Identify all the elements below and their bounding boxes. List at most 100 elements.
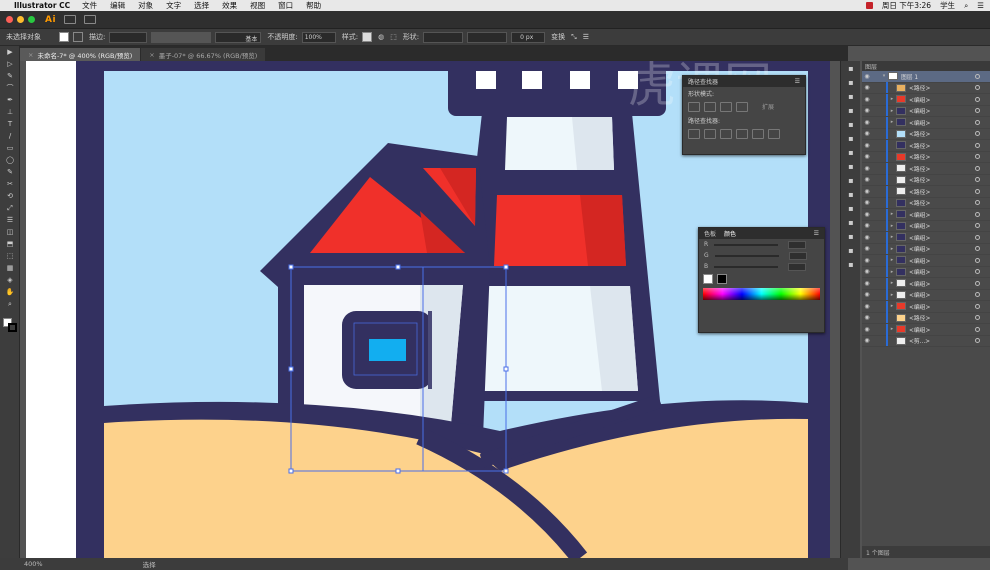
eye-icon[interactable]: ◉ (862, 280, 872, 287)
chevron-right-icon[interactable]: ▸ (888, 108, 896, 114)
trim-button[interactable] (704, 129, 716, 139)
eye-icon[interactable]: ◉ (862, 73, 872, 80)
tool-button[interactable]: ⌕ (0, 298, 20, 310)
tool-button[interactable]: ✒ (0, 94, 20, 106)
layer-row[interactable]: ◉ <剪...> (862, 335, 990, 347)
corner-input[interactable]: 0 px (511, 31, 546, 43)
tool-button[interactable]: ◈ (0, 274, 20, 286)
eye-icon[interactable]: ◉ (862, 96, 872, 103)
stroke-weight[interactable] (109, 31, 148, 43)
chevron-right-icon[interactable]: ▸ (888, 234, 896, 240)
black-swatch[interactable] (717, 274, 727, 284)
eye-icon[interactable]: ◉ (862, 165, 872, 172)
layer-row[interactable]: ◉ ▸ <编组> (862, 266, 990, 278)
stroke-swatch[interactable] (73, 32, 83, 42)
panel-icon[interactable]: ▪ (841, 215, 861, 229)
minus-back-button[interactable] (768, 129, 780, 139)
tool-button[interactable]: ⟲ (0, 190, 20, 202)
clock[interactable]: 周日 下午3:26 (882, 0, 931, 11)
layer-row[interactable]: ◉ <路径> (862, 128, 990, 140)
panel-icon[interactable]: ▪ (841, 243, 861, 257)
bridge-icon[interactable] (64, 15, 77, 24)
eye-icon[interactable]: ◉ (862, 314, 872, 321)
target-icon[interactable] (975, 108, 980, 114)
panel-icon[interactable]: ▪ (841, 173, 861, 187)
unite-button[interactable] (688, 102, 700, 112)
target-icon[interactable] (975, 131, 980, 137)
expand-button[interactable]: 扩展 (762, 102, 774, 112)
eye-icon[interactable]: ◉ (862, 84, 872, 91)
target-icon[interactable] (975, 315, 980, 321)
opacity-input[interactable]: 100% (301, 31, 336, 43)
panel-icon[interactable]: ▪ (841, 131, 861, 145)
chevron-right-icon[interactable]: ▸ (888, 303, 896, 309)
eye-icon[interactable]: ◉ (862, 211, 872, 218)
zoom-window-icon[interactable] (28, 16, 35, 23)
menu-list-icon[interactable]: ☰ (977, 1, 984, 10)
eye-icon[interactable]: ◉ (862, 257, 872, 264)
eye-icon[interactable]: ◉ (862, 176, 872, 183)
layer-row[interactable]: ◉ ▸ <编组> (862, 116, 990, 129)
layer-row[interactable]: ◉ ▸ <编组> (862, 243, 990, 255)
target-icon[interactable] (975, 326, 980, 332)
layer-row[interactable]: ◉ ▸ <编组> (862, 289, 990, 301)
intersect-button[interactable] (720, 102, 732, 112)
tool-button[interactable]: ✎ (0, 70, 20, 82)
chevron-right-icon[interactable]: ▸ (888, 119, 896, 125)
search-icon[interactable]: ⌕ (964, 1, 968, 11)
slider-g[interactable]: G (699, 250, 824, 261)
eye-icon[interactable]: ◉ (862, 303, 872, 310)
color-spectrum[interactable] (703, 288, 820, 300)
transform-label[interactable]: 变换 (551, 32, 565, 42)
target-icon[interactable] (975, 154, 980, 160)
menu-view[interactable]: 视图 (250, 0, 265, 11)
brush-style[interactable]: 基本 (215, 31, 262, 43)
slider-b[interactable]: B (699, 261, 824, 272)
chevron-right-icon[interactable]: ▸ (888, 257, 896, 263)
tool-button[interactable]: T (0, 118, 20, 130)
eye-icon[interactable]: ◉ (862, 107, 872, 114)
divide-button[interactable] (688, 129, 700, 139)
panel-icon[interactable]: ▪ (841, 89, 861, 103)
layer-row[interactable]: ◉ ▸ <编组> (862, 231, 990, 244)
target-icon[interactable] (975, 85, 980, 91)
pathfinder-header[interactable]: 路径查找器 ☰ (683, 76, 805, 87)
target-icon[interactable] (975, 211, 980, 217)
eye-icon[interactable]: ◉ (862, 337, 872, 344)
minus-front-button[interactable] (704, 102, 716, 112)
align-icon[interactable]: ⬚ (390, 33, 397, 41)
chevron-right-icon[interactable]: ▸ (888, 246, 896, 252)
crop-button[interactable] (736, 129, 748, 139)
menu-object[interactable]: 对象 (138, 0, 153, 11)
layer-row[interactable]: ◉ ▸ <编组> (862, 323, 990, 336)
layer-row[interactable]: ◉ ▸ <编组> (862, 208, 990, 221)
exclude-button[interactable] (736, 102, 748, 112)
tool-button[interactable]: ✎ (0, 166, 20, 178)
target-icon[interactable] (975, 246, 980, 252)
chevron-right-icon[interactable]: ▸ (888, 211, 896, 217)
panel-icon[interactable]: ▪ (841, 145, 861, 159)
layer-row[interactable]: ◉ <路径> (862, 174, 990, 186)
tool-button[interactable]: ☰ (0, 214, 20, 226)
variable-width[interactable] (151, 31, 212, 43)
layer-row[interactable]: ◉ <路径> (862, 312, 990, 324)
layer-row[interactable]: ◉ <路径> (862, 185, 990, 198)
close-window-icon[interactable] (6, 16, 13, 23)
app-menu[interactable]: Illustrator CC (14, 1, 70, 10)
panel-menu-icon[interactable]: ☰ (583, 33, 589, 41)
chevron-right-icon[interactable]: ▸ (888, 269, 896, 275)
menu-help[interactable]: 帮助 (306, 0, 321, 11)
target-icon[interactable] (975, 200, 980, 206)
close-tab-icon[interactable]: × (149, 51, 154, 59)
eye-icon[interactable]: ◉ (862, 142, 872, 149)
panel-icon[interactable]: ▪ (841, 159, 861, 173)
menu-file[interactable]: 文件 (82, 0, 97, 11)
arrange-icon[interactable] (84, 15, 97, 24)
panel-icon[interactable]: ▪ (841, 201, 861, 215)
layer-row[interactable]: ◉ ▸ <编组> (862, 105, 990, 117)
menu-edit[interactable]: 编辑 (110, 0, 125, 11)
tool-button[interactable]: ⌒ (0, 82, 20, 94)
eye-icon[interactable]: ◉ (862, 245, 872, 252)
target-icon[interactable] (975, 165, 980, 171)
target-icon[interactable] (975, 280, 980, 286)
